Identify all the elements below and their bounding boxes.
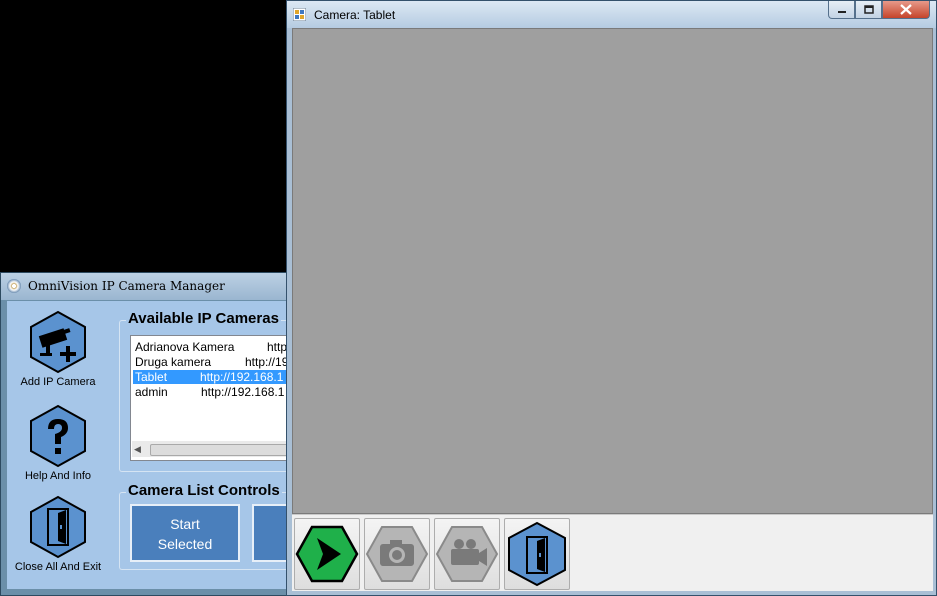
add-camera-icon [26,310,90,374]
minimize-icon [837,10,846,13]
help-and-info-button[interactable]: Help And Info [8,404,108,482]
list-item[interactable]: Adrianova Kamera http:// [133,340,291,354]
camera-window-title: Camera: Tablet [314,8,396,22]
play-button[interactable] [294,518,360,590]
camera-toolbar [292,514,933,591]
add-ip-camera-label: Add IP Camera [20,376,96,388]
maximize-button[interactable] [855,1,882,19]
close-icon [900,4,912,15]
camera-video-area [292,28,933,514]
start-selected-button[interactable]: Start Selected [130,504,240,562]
manager-title: OmniVision IP Camera Manager [28,279,225,293]
video-camera-icon [435,526,499,582]
close-all-and-exit-button[interactable]: Close All And Exit [8,495,108,573]
snapshot-button[interactable] [364,518,430,590]
minimize-button[interactable] [828,1,855,19]
close-camera-button[interactable] [504,518,570,590]
maximize-icon [863,5,874,14]
close-all-and-exit-label: Close All And Exit [14,561,102,573]
camera-name: Tablet [135,370,168,384]
camera-name: Druga kamera [135,355,212,369]
list-item-selected[interactable]: Tablet http://192.168.1 [133,370,291,384]
start-selected-label-line2: Selected [157,536,213,552]
list-horizontal-scrollbar[interactable]: ◀ [132,441,302,457]
record-video-button[interactable] [434,518,500,590]
manager-title-bar[interactable]: OmniVision IP Camera Manager [1,273,299,300]
add-ip-camera-button[interactable]: Add IP Camera [8,310,108,388]
camera-url: http://192.168.1 [200,370,284,384]
camera-list-controls-title: Camera List Controls [126,482,282,499]
camera-icon [365,526,429,582]
exit-door-icon [26,495,90,559]
play-icon [295,525,359,583]
scroll-left-icon[interactable]: ◀ [134,441,141,457]
close-button[interactable] [882,1,930,19]
camera-title-bar[interactable]: Camera: Tablet [287,1,936,28]
window-app-icon [293,8,306,21]
app-logo-icon [7,279,21,293]
scroll-thumb[interactable] [150,444,302,456]
available-cameras-title: Available IP Cameras [126,310,281,327]
list-item[interactable]: Druga kamera http://19 [133,355,291,369]
camera-view-window[interactable]: Camera: Tablet [286,0,937,596]
camera-url: http://19 [245,355,289,369]
help-and-info-label: Help And Info [24,470,92,482]
camera-name: Adrianova Kamera [135,340,235,354]
start-selected-label-line1: Start [170,516,200,532]
camera-url: http://192.168.1 [201,385,285,399]
window-controls [828,1,930,20]
camera-name: admin [135,385,168,399]
list-item[interactable]: admin http://192.168.1 [133,385,291,399]
exit-door-icon [508,521,566,587]
question-mark-icon [26,404,90,468]
